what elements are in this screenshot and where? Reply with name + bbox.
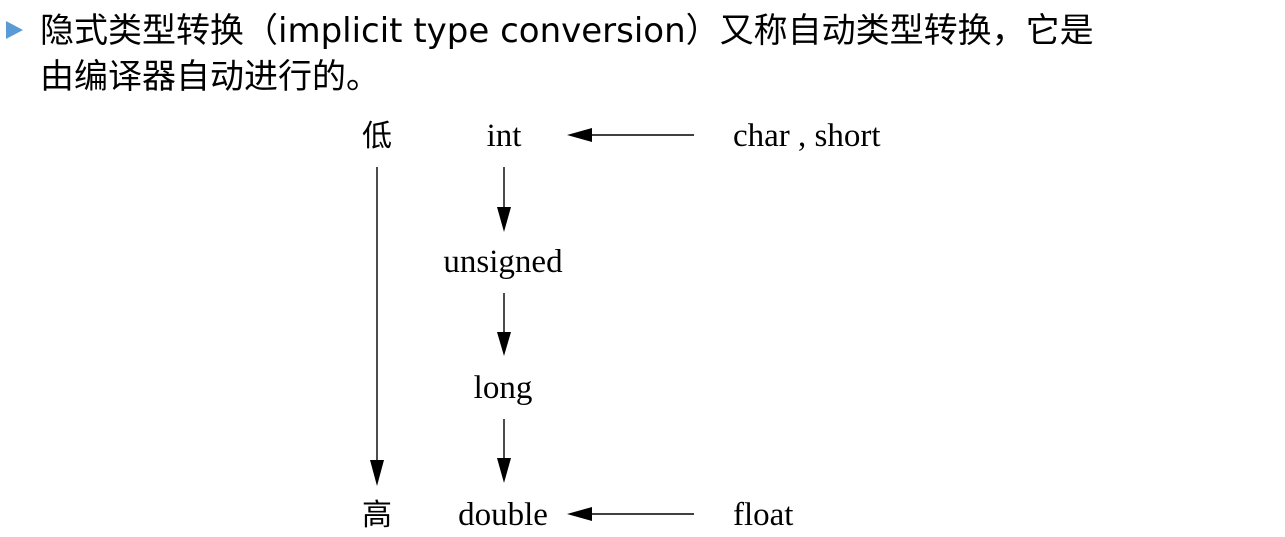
arrow-char-short-to-int — [567, 128, 694, 142]
type-conversion-diagram: 低 高 int unsigned long double char , shor… — [362, 118, 881, 533]
arrow-int-to-unsigned — [497, 167, 511, 232]
high-label: 高 — [362, 498, 392, 533]
node-int: int — [487, 118, 522, 154]
node-double: double — [458, 497, 548, 533]
arrow-long-to-double — [497, 419, 511, 483]
arrow-unsigned-to-long — [497, 293, 511, 356]
low-to-high-arrow — [370, 167, 384, 486]
node-unsigned: unsigned — [443, 244, 563, 280]
node-char-short: char , short — [733, 118, 881, 154]
low-label: 低 — [362, 119, 392, 154]
node-long: long — [474, 370, 533, 406]
arrow-float-to-double — [567, 507, 694, 521]
node-float: float — [733, 497, 793, 533]
